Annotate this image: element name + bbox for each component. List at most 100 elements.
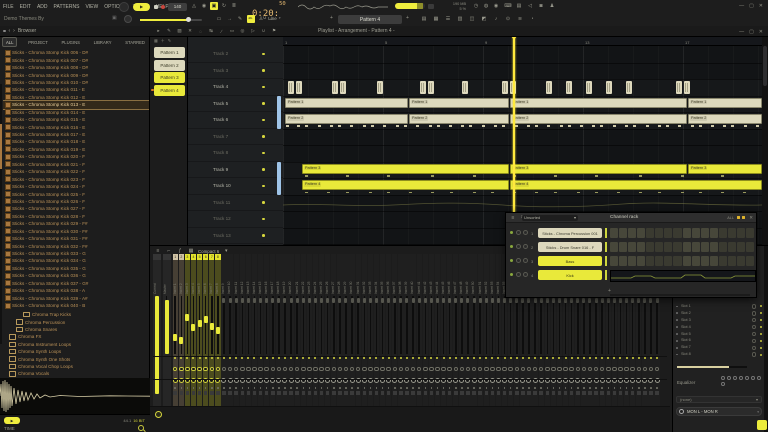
- strip-knob[interactable]: [380, 367, 385, 372]
- eq-band-knob[interactable]: [721, 376, 725, 380]
- fader-handle[interactable]: [454, 298, 457, 303]
- strip-slot[interactable]: [619, 391, 623, 395]
- strip-slot[interactable]: [216, 391, 220, 395]
- strip-slot[interactable]: [180, 391, 184, 395]
- strip-knob[interactable]: [490, 367, 495, 372]
- step-cell[interactable]: [610, 256, 618, 266]
- fader-handle[interactable]: [485, 298, 488, 303]
- audio-clip[interactable]: [340, 81, 346, 94]
- strip-slot[interactable]: [363, 391, 367, 395]
- strip-slot[interactable]: [228, 391, 232, 395]
- fader-handle[interactable]: [637, 298, 640, 303]
- mixer-strip-insert[interactable]: Insert 32: [362, 254, 367, 406]
- channel-rack-icon[interactable]: ☰: [444, 15, 452, 23]
- strip-knob[interactable]: [618, 367, 623, 372]
- strip-slot[interactable]: [204, 391, 208, 395]
- fader-handle[interactable]: [204, 316, 208, 323]
- fader-handle[interactable]: [601, 298, 604, 303]
- strip-slot[interactable]: [509, 391, 513, 395]
- fader-handle[interactable]: [412, 298, 415, 303]
- pattern-clip[interactable]: Pattern 1: [285, 98, 408, 108]
- track-header[interactable]: Track 12: [188, 211, 283, 228]
- browser-folder-row[interactable]: Chroma Percussion: [3, 318, 149, 325]
- strip-knob[interactable]: [466, 367, 471, 372]
- window-close-button[interactable]: ✕: [759, 29, 763, 35]
- strip-slot[interactable]: [515, 391, 519, 395]
- fader-handle[interactable]: [296, 298, 299, 303]
- fader-handle[interactable]: [216, 327, 220, 334]
- hourglass-icon[interactable]: ◍: [482, 2, 490, 10]
- strip-knob[interactable]: [423, 367, 428, 372]
- mixer-strip-insert[interactable]: Insert 14: [252, 254, 257, 406]
- step-cell[interactable]: [701, 242, 709, 252]
- track-mute-led[interactable]: [262, 135, 265, 138]
- fx-slot[interactable]: Slot 1: [673, 303, 765, 310]
- step-cell[interactable]: [610, 228, 618, 238]
- browser-sample-row[interactable]: Sticks - Chroma Stomp Kick 011 - E: [3, 86, 149, 93]
- slot-mix-knob[interactable]: [752, 339, 757, 344]
- strip-knob[interactable]: [356, 367, 361, 372]
- pattern-item[interactable]: Pattern 2: [154, 60, 185, 71]
- window-minimize-button[interactable]: —: [739, 3, 744, 9]
- audio-clip[interactable]: [586, 81, 592, 94]
- strip-knob[interactable]: [582, 367, 587, 372]
- strip-slot[interactable]: [613, 391, 617, 395]
- strip-slot[interactable]: [283, 391, 287, 395]
- mixer-strip-insert[interactable]: Insert 33: [368, 254, 373, 406]
- step-cell[interactable]: [701, 256, 709, 266]
- fader-handle[interactable]: [540, 298, 543, 303]
- menu-file[interactable]: FILE: [3, 4, 14, 10]
- slice-icon[interactable]: ∕: [218, 27, 225, 35]
- strip-slot[interactable]: [405, 391, 409, 395]
- browser-folder-row[interactable]: Chroma Synth Loops: [3, 348, 149, 355]
- slot-led[interactable]: [760, 340, 762, 342]
- fader-handle[interactable]: [265, 298, 268, 303]
- script-icon[interactable]: ≋: [516, 15, 524, 23]
- fader-handle[interactable]: [241, 298, 244, 303]
- track-header[interactable]: Track 6: [188, 112, 283, 129]
- strip-slot[interactable]: [491, 391, 495, 395]
- strip-slot[interactable]: [655, 391, 659, 395]
- step-cell[interactable]: [628, 242, 636, 252]
- fader-handle[interactable]: [229, 298, 232, 303]
- clipboard-icon[interactable]: ▣: [112, 15, 117, 21]
- track-mute-led[interactable]: [262, 185, 265, 188]
- track-header[interactable]: Track 7: [188, 129, 283, 146]
- select-icon[interactable]: ▭: [229, 27, 236, 35]
- step-cell[interactable]: [719, 242, 727, 252]
- step-cell[interactable]: [710, 228, 718, 238]
- step-cell[interactable]: [737, 242, 745, 252]
- strip-knob[interactable]: [472, 367, 477, 372]
- slot-led[interactable]: [760, 354, 762, 356]
- step-cell[interactable]: [692, 242, 700, 252]
- browser-sample-row[interactable]: Sticks - Chroma Stomp Kick 038 - A: [3, 287, 149, 294]
- step-cell[interactable]: [655, 228, 663, 238]
- strip-knob[interactable]: [527, 367, 532, 372]
- arrow-icon[interactable]: →: [226, 15, 234, 23]
- strip-knob[interactable]: [246, 367, 251, 372]
- channel-row[interactable]: 1Sticks - Chroma Percussion 001: [510, 227, 754, 239]
- mixer-strip-insert[interactable]: Insert 29: [343, 254, 348, 406]
- mixer-strip-insert[interactable]: 5Insert 5: [197, 254, 202, 406]
- fader-handle[interactable]: [509, 298, 512, 303]
- pattern-clip[interactable]: Pattern 3: [302, 164, 509, 174]
- strip-slot[interactable]: [271, 391, 275, 395]
- loop-record-icon[interactable]: ↻: [220, 2, 228, 10]
- fader-handle[interactable]: [198, 320, 202, 327]
- clock-icon[interactable]: ◷: [472, 2, 480, 10]
- fader-handle[interactable]: [631, 298, 634, 303]
- strip-slot[interactable]: [436, 391, 440, 395]
- help-icon[interactable]: ◔: [528, 15, 536, 23]
- mixer-strip-insert[interactable]: Insert 15: [258, 254, 263, 406]
- mixer-strip-insert[interactable]: Insert 52: [484, 254, 489, 406]
- metronome-icon[interactable]: ◬: [190, 2, 198, 10]
- playlist-scrollbar[interactable]: [762, 36, 768, 245]
- tempo-tap-icon[interactable]: ♪: [492, 15, 500, 23]
- pattern-clip[interactable]: Pattern 1: [688, 98, 762, 108]
- strip-slot[interactable]: [625, 391, 629, 395]
- strip-knob[interactable]: [197, 367, 202, 372]
- fader-handle[interactable]: [302, 298, 305, 303]
- mixer-strip-insert[interactable]: Insert 46: [447, 254, 452, 406]
- strip-knob[interactable]: [496, 367, 501, 372]
- window-minimize-button[interactable]: —: [739, 29, 744, 35]
